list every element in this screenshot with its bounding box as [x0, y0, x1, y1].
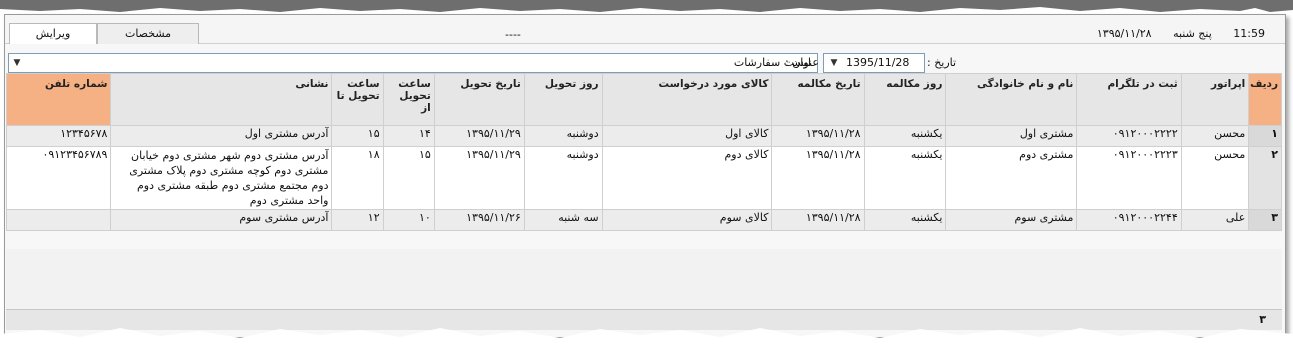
table-cell[interactable]: ۱۲ [331, 209, 384, 231]
tab-specifications[interactable]: مشخصات [97, 23, 199, 44]
table-cell[interactable]: آدرس مشتری اول [110, 125, 333, 147]
weekday-text: پنج شنبه [1173, 27, 1212, 40]
col-header-delivery-from[interactable]: ساعت تحویل از [382, 73, 435, 126]
col-header-call-day[interactable]: روز مکالمه [863, 73, 947, 126]
grid-empty-area [6, 249, 1282, 309]
orders-window: ویرایش مشخصات ---- 11:59 پنج شنبه ۱۳۹۵/۱… [4, 14, 1286, 338]
title-combobox[interactable]: ▼ لیست سفارشات [8, 53, 818, 73]
date-combobox-value: 1395/11/28 [846, 56, 910, 69]
table-cell[interactable]: ۱۳۹۵/۱۱/۲۹ [433, 146, 525, 210]
col-header-operator[interactable]: اپراتور [1180, 73, 1250, 126]
table-cell[interactable]: سه شنبه [523, 209, 603, 231]
table-cell[interactable]: یکشنبه [863, 146, 947, 210]
orders-grid: ردیف اپراتور ثبت در تلگرام نام و نام خان… [5, 73, 1282, 231]
chevron-down-icon[interactable]: ▼ [10, 55, 24, 71]
col-header-delivery-date[interactable]: تاریخ تحویل [433, 73, 525, 126]
table-cell[interactable]: ۱۳۹۵/۱۱/۲۸ [771, 146, 865, 210]
title-label: عنوان : [785, 56, 819, 69]
table-cell[interactable]: یکشنبه [863, 125, 947, 147]
tab-edit[interactable]: ویرایش [9, 23, 97, 44]
table-cell[interactable]: محسن [1180, 146, 1250, 210]
table-cell[interactable]: ۱۳۹۵/۱۱/۲۸ [771, 125, 865, 147]
col-header-requested-item[interactable]: کالای مورد درخواست [601, 73, 773, 126]
table-cell[interactable]: ۱۵ [331, 125, 384, 147]
top-bar: ویرایش مشخصات ---- 11:59 پنج شنبه ۱۳۹۵/۱… [5, 15, 1285, 44]
col-header-address[interactable]: نشانی [110, 73, 333, 126]
table-cell[interactable]: دوشنبه [523, 146, 603, 210]
table-cell[interactable]: ۰۹۱۲۰۰۰۲۲۲۲ [1076, 125, 1182, 147]
table-cell[interactable]: ۱۲۳۴۵۶۷۸ [5, 125, 112, 147]
date-combobox[interactable]: ▼ 1395/11/28 [823, 53, 925, 73]
chevron-down-icon[interactable]: ▼ [827, 55, 841, 71]
table-cell[interactable]: ۱۳۹۵/۱۱/۲۸ [771, 209, 865, 231]
table-cell[interactable]: کالای سوم [601, 209, 773, 231]
table-cell[interactable]: ۱۸ [331, 146, 384, 210]
table-row[interactable]: ۲ محسن ۰۹۱۲۰۰۰۲۲۲۳ مشتری دوم یکشنبه ۱۳۹۵… [5, 146, 1282, 210]
table-row[interactable]: ۱ محسن ۰۹۱۲۰۰۰۲۲۲۲ مشتری اول یکشنبه ۱۳۹۵… [5, 125, 1282, 147]
col-header-fullname[interactable]: نام و نام خانوادگی [945, 73, 1078, 126]
table-cell[interactable]: مشتری سوم [945, 209, 1078, 231]
table-cell[interactable]: ۱۰ [382, 209, 435, 231]
row-number-cell[interactable]: ۱ [1248, 125, 1282, 147]
torn-edge-bottom [0, 328, 1293, 357]
table-cell[interactable]: ۱۴ [382, 125, 435, 147]
table-cell[interactable]: محسن [1180, 125, 1250, 147]
table-cell[interactable]: یکشنبه [863, 209, 947, 231]
table-cell[interactable]: ۱۵ [382, 146, 435, 210]
table-cell[interactable]: کالای دوم [601, 146, 773, 210]
orders-table: ردیف اپراتور ثبت در تلگرام نام و نام خان… [5, 73, 1282, 231]
col-header-call-date[interactable]: تاریخ مکالمه [771, 73, 865, 126]
table-cell[interactable]: ۱۳۹۵/۱۱/۲۹ [433, 125, 525, 147]
filter-row: ▼ لیست سفارشات عنوان : ▼ 1395/11/28 تاری… [5, 53, 1285, 75]
table-cell[interactable]: آدرس مشتری سوم [110, 209, 333, 231]
row-number-cell[interactable]: ۲ [1248, 146, 1282, 210]
header-row: ردیف اپراتور ثبت در تلگرام نام و نام خان… [5, 73, 1282, 126]
row-number-cell[interactable]: ۳ [1248, 209, 1282, 231]
table-cell[interactable]: مشتری دوم [945, 146, 1078, 210]
table-cell[interactable]: آدرس مشتری دوم شهر مشتری دوم خیابان مشتر… [110, 146, 333, 210]
table-cell[interactable]: ۰۹۱۲۳۴۵۶۷۸۹ [5, 146, 112, 210]
col-header-delivery-day[interactable]: روز تحویل [523, 73, 603, 126]
col-header-row-number[interactable]: ردیف [1248, 73, 1282, 126]
date-label: تاریخ : [927, 56, 957, 69]
table-cell[interactable]: دوشنبه [523, 125, 603, 147]
col-header-phone[interactable]: شماره تلفن [5, 73, 112, 126]
table-cell[interactable]: ۰۹۱۲۰۰۰۲۲۲۳ [1076, 146, 1182, 210]
col-header-telegram[interactable]: ثبت در تلگرام [1076, 73, 1182, 126]
table-cell[interactable]: کالای اول [601, 125, 773, 147]
time-text: 11:59 [1233, 27, 1265, 40]
table-cell[interactable]: ۱۳۹۵/۱۱/۲۶ [433, 209, 525, 231]
table-cell[interactable]: مشتری اول [945, 125, 1078, 147]
table-row[interactable]: ۳ علی ۰۹۱۲۰۰۰۲۲۴۴ مشتری سوم یکشنبه ۱۳۹۵/… [5, 209, 1282, 231]
table-cell[interactable]: ۰۹۱۲۰۰۰۲۲۴۴ [1076, 209, 1182, 231]
col-header-delivery-to[interactable]: ساعت تحویل تا [331, 73, 384, 126]
center-placeholder: ---- [505, 28, 521, 41]
table-cell[interactable]: علی [1180, 209, 1250, 231]
date-text: ۱۳۹۵/۱۱/۲۸ [1096, 27, 1152, 40]
table-cell[interactable] [5, 209, 112, 231]
datetime-display: 11:59 پنج شنبه ۱۳۹۵/۱۱/۲۸ [1079, 27, 1265, 40]
